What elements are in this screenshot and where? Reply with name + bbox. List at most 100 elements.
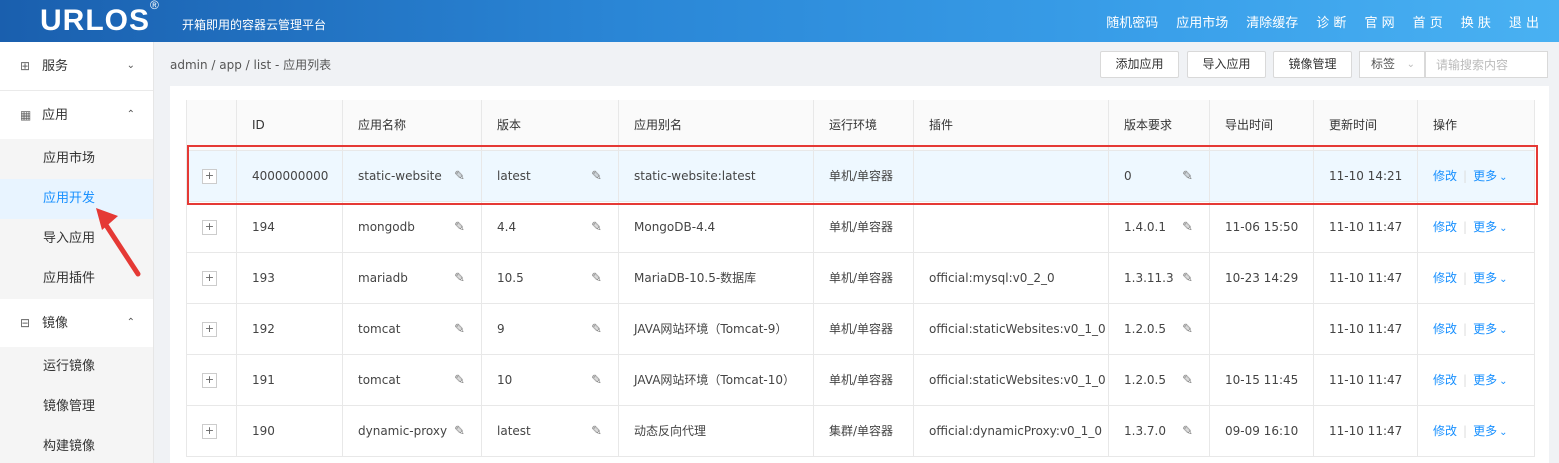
version-text: latest [497,423,531,438]
edit-link[interactable]: 修改 [1433,271,1457,285]
edit-pencil-icon[interactable]: ✎ [591,424,602,439]
edit-pencil-icon[interactable]: ✎ [1182,424,1193,439]
nav-official-site[interactable]: 官 网 [1364,12,1394,31]
nav-app-market[interactable]: 应用市场 [1176,12,1228,31]
app-name-cell: static-website ✎ [342,150,482,202]
nav-change-skin[interactable]: 换 肤 [1461,12,1491,31]
expand-plus-icon[interactable]: + [202,219,217,235]
col-actions: 操作 [1417,100,1535,151]
more-dropdown[interactable]: 更多 ⌄ [1473,322,1507,336]
nav-clear-cache[interactable]: 清除缓存 [1246,12,1298,31]
main-panel: ID 应用名称 版本 应用别名 运行环境 插件 版本要求 导出时间 更新时间 操… [170,86,1549,463]
id-cell: 190 [236,405,343,457]
search-input[interactable] [1425,51,1548,78]
version-req-cell: 1.3.7.0 ✎ [1108,405,1210,457]
version-req-cell: 1.4.0.1 ✎ [1108,201,1210,253]
sidebar-group-services[interactable]: ⊞ 服务 ⌄ [0,42,153,90]
nav-home[interactable]: 首 页 [1413,12,1443,31]
sidebar-item-app-market[interactable]: 应用市场 [0,139,153,179]
table-row: +191 tomcat ✎ 10 ✎ JAVA网站环境（Tomcat-10） 单机/单容器 o… [186,354,1535,406]
chevron-down-icon: ⌄ [1499,325,1508,336]
edit-pencil-icon[interactable]: ✎ [454,220,465,235]
edit-pencil-icon[interactable]: ✎ [591,373,602,388]
edit-pencil-icon[interactable]: ✎ [1182,373,1193,388]
tag-select[interactable]: 标签 ⌄ [1359,51,1425,78]
import-app-button[interactable]: 导入应用 [1187,51,1266,78]
edit-pencil-icon[interactable]: ✎ [591,271,602,286]
edit-pencil-icon[interactable]: ✎ [454,322,465,337]
sidebar-group-label: 镜像 [42,316,69,331]
expand-plus-icon[interactable]: + [202,270,217,286]
expand-plus-icon[interactable]: + [202,423,217,439]
edit-pencil-icon[interactable]: ✎ [591,322,602,337]
sidebar-item-build-image[interactable]: 构建镜像 [0,427,153,463]
expand-plus-icon[interactable]: + [202,168,217,184]
sidebar-group-images[interactable]: ⊟ 镜像 ⌃ [0,299,153,347]
more-dropdown[interactable]: 更多 ⌄ [1473,271,1507,285]
alias-cell: JAVA网站环境（Tomcat-9） [618,303,814,355]
plugin-cell: official:staticWebsites:v0_1_0 [913,303,1109,355]
logo-registered-mark: ® [150,0,160,12]
edit-link[interactable]: 修改 [1433,322,1457,336]
nav-diagnose[interactable]: 诊 断 [1316,12,1346,31]
edit-pencil-icon[interactable]: ✎ [454,373,465,388]
update-time-cell: 11-10 11:47 [1313,252,1418,304]
runtime-env-cell: 集群/单容器 [813,405,914,457]
plugin-cell [913,201,1109,253]
runtime-env-cell: 单机/单容器 [813,303,914,355]
col-version: 版本 [481,100,619,151]
more-dropdown[interactable]: 更多 ⌄ [1473,373,1507,387]
update-time-cell: 11-10 11:47 [1313,201,1418,253]
divider: | [1463,271,1468,285]
drive-icon: ⊟ [20,316,31,330]
version-cell: latest ✎ [481,405,619,457]
divider: | [1463,322,1468,336]
expand-cell: + [186,303,237,355]
version-text: latest [497,168,531,183]
logo[interactable]: URLOS® [40,0,160,38]
more-dropdown[interactable]: 更多 ⌄ [1473,424,1507,438]
edit-pencil-icon[interactable]: ✎ [1182,169,1193,184]
edit-link[interactable]: 修改 [1433,424,1457,438]
id-cell: 4000000000 [236,150,343,202]
sidebar-group-apps[interactable]: ▦ 应用 ⌃ [0,91,153,139]
app-name-cell: mongodb ✎ [342,201,482,253]
edit-pencil-icon[interactable]: ✎ [454,169,465,184]
edit-link[interactable]: 修改 [1433,220,1457,234]
more-dropdown[interactable]: 更多 ⌄ [1473,169,1507,183]
actions-cell: 修改 | 更多 ⌄ [1417,303,1535,355]
expand-plus-icon[interactable]: + [202,372,217,388]
nav-logout[interactable]: 退 出 [1509,12,1539,31]
chevron-down-icon: ⌄ [1499,376,1508,387]
expand-plus-icon[interactable]: + [202,321,217,337]
version-cell: latest ✎ [481,150,619,202]
expand-cell: + [186,201,237,253]
divider: | [1463,373,1468,387]
expand-cell: + [186,252,237,304]
alias-cell: JAVA网站环境（Tomcat-10） [618,354,814,406]
edit-link[interactable]: 修改 [1433,373,1457,387]
edit-pencil-icon[interactable]: ✎ [1182,322,1193,337]
edit-pencil-icon[interactable]: ✎ [1182,271,1193,286]
sidebar-item-run-images[interactable]: 运行镜像 [0,347,153,387]
more-dropdown[interactable]: 更多 ⌄ [1473,220,1507,234]
sidebar-item-image-manage[interactable]: 镜像管理 [0,387,153,427]
logo-text: URLOS [40,4,150,37]
edit-pencil-icon[interactable]: ✎ [454,271,465,286]
edit-pencil-icon[interactable]: ✎ [591,220,602,235]
alias-cell: MariaDB-10.5-数据库 [618,252,814,304]
divider: | [1463,424,1468,438]
edit-link[interactable]: 修改 [1433,169,1457,183]
edit-pencil-icon[interactable]: ✎ [591,169,602,184]
divider: | [1463,220,1468,234]
actions-cell: 修改 | 更多 ⌄ [1417,201,1535,253]
app-name-text: mongodb [358,219,415,234]
nav-random-password[interactable]: 随机密码 [1106,12,1158,31]
image-manage-button[interactable]: 镜像管理 [1273,51,1352,78]
app-name-text: mariadb [358,270,408,285]
add-app-button[interactable]: 添加应用 [1100,51,1179,78]
edit-pencil-icon[interactable]: ✎ [454,424,465,439]
edit-pencil-icon[interactable]: ✎ [1182,220,1193,235]
runtime-env-cell: 单机/单容器 [813,354,914,406]
app-name-text: static-website [358,168,442,183]
